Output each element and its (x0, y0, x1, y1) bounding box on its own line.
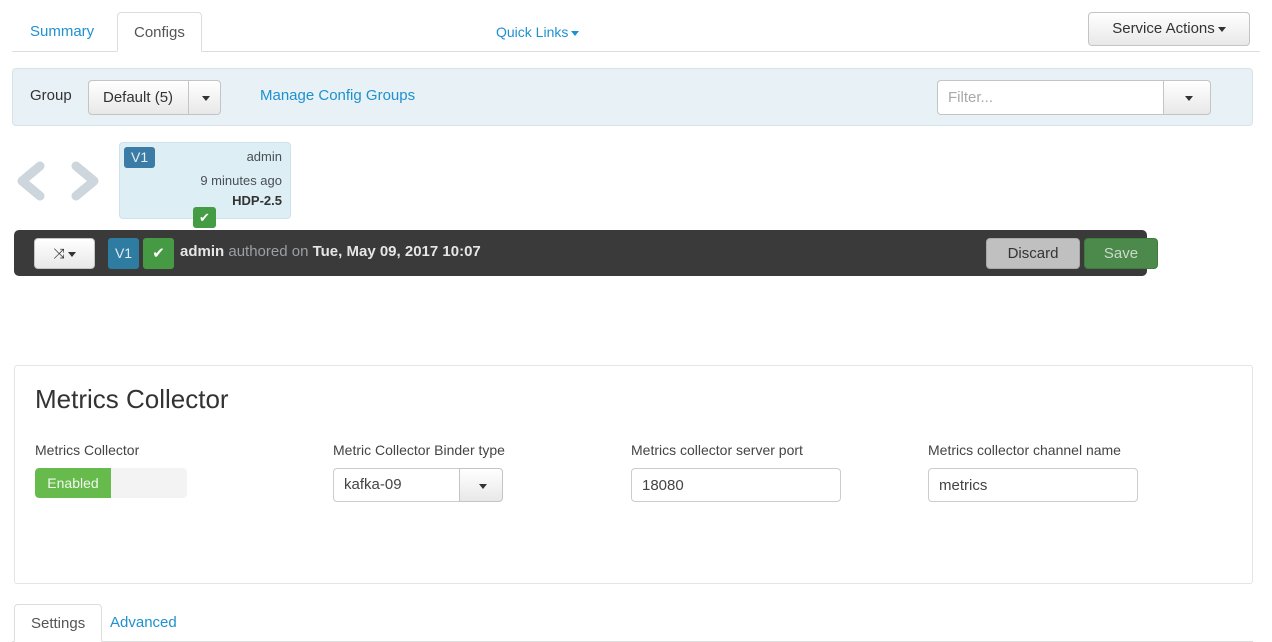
config-group-bar: Group Default (5) Manage Config Groups (12, 68, 1253, 126)
discard-button[interactable]: Discard (986, 238, 1080, 269)
compare-versions-button[interactable]: ⤨ (34, 238, 95, 269)
field-label: Metrics Collector (35, 442, 140, 458)
chevron-down-icon (202, 95, 210, 101)
binder-type-select[interactable]: kafka-09 (333, 468, 505, 502)
save-button[interactable]: Save (1084, 238, 1158, 269)
tab-summary[interactable]: Summary (14, 12, 110, 52)
toolbar-author: admin (180, 243, 225, 260)
field-label: Metrics collector server port (631, 442, 803, 458)
config-group-value[interactable]: Default (5) (88, 80, 188, 115)
service-actions-button[interactable]: Service Actions (1088, 12, 1250, 46)
chevron-down-icon (67, 251, 76, 257)
config-group-select[interactable]: Default (5) (88, 80, 221, 115)
tab-settings-label: Settings (31, 615, 86, 632)
main-tab-bar: Summary Configs Quick Links Service Acti… (0, 0, 1272, 52)
config-group-dropdown-toggle[interactable] (188, 80, 221, 115)
tab-settings[interactable]: Settings (14, 604, 103, 642)
group-label: Group (30, 87, 72, 104)
chevron-left-icon (17, 161, 45, 201)
metrics-collector-panel: Metrics Collector Metrics Collector Enab… (14, 365, 1253, 584)
toolbar-authored-label: authored on (224, 243, 313, 260)
field-binder-type: Metric Collector Binder type kafka-09 (333, 442, 505, 502)
field-metrics-collector: Metrics Collector Enabled (35, 442, 187, 498)
version-current-check-icon: ✔ (193, 207, 216, 228)
manage-config-groups-link[interactable]: Manage Config Groups (260, 87, 415, 104)
service-actions-label: Service Actions (1112, 20, 1215, 37)
version-badge: V1 (124, 147, 156, 168)
filter-input[interactable] (937, 80, 1163, 115)
filter-control (937, 80, 1227, 115)
server-port-input[interactable] (631, 468, 841, 502)
field-label: Metric Collector Binder type (333, 442, 505, 458)
toolbar-version-badge: V1 (108, 238, 139, 269)
quick-links-dropdown[interactable]: Quick Links (496, 24, 580, 40)
quick-links-label: Quick Links (496, 24, 569, 40)
binder-type-value[interactable]: kafka-09 (333, 468, 459, 502)
version-author: admin (246, 149, 282, 164)
tab-configs-label: Configs (134, 24, 185, 41)
tab-configs[interactable]: Configs (117, 12, 202, 52)
config-version-toolbar: ⤨ V1 ✔ admin authored on Tue, May 09, 20… (14, 230, 1158, 276)
config-sub-tab-bar: Settings Advanced (0, 298, 1272, 642)
filter-dropdown-toggle[interactable] (1163, 80, 1211, 115)
page-title: Metrics Collector (35, 384, 229, 414)
version-prev-button[interactable] (10, 160, 50, 202)
chevron-down-icon (571, 30, 580, 36)
tab-advanced[interactable]: Advanced (94, 604, 193, 642)
toolbar-timestamp: Tue, May 09, 2017 10:07 (312, 243, 481, 260)
channel-name-input[interactable] (928, 468, 1138, 502)
tab-advanced-label: Advanced (110, 614, 177, 631)
field-server-port: Metrics collector server port (631, 442, 841, 502)
version-next-button[interactable] (64, 160, 104, 202)
metrics-collector-toggle[interactable]: Enabled (35, 468, 187, 498)
chevron-down-icon (1217, 26, 1226, 32)
field-label: Metrics collector channel name (928, 442, 1121, 458)
chevron-down-icon (1184, 95, 1193, 101)
binder-type-dropdown-toggle[interactable] (459, 468, 503, 502)
field-channel-name: Metrics collector channel name (928, 442, 1138, 502)
chevron-right-icon (71, 161, 99, 201)
toolbar-check-icon: ✔ (143, 238, 174, 269)
version-stack: HDP-2.5 (232, 193, 282, 208)
chevron-down-icon (478, 483, 487, 489)
tab-summary-label: Summary (30, 23, 95, 40)
version-time: 9 minutes ago (200, 173, 282, 188)
toolbar-authored-text: admin authored on Tue, May 09, 2017 10:0… (180, 243, 481, 260)
toggle-on-label: Enabled (35, 468, 111, 498)
shuffle-icon: ⤨ (53, 245, 65, 261)
